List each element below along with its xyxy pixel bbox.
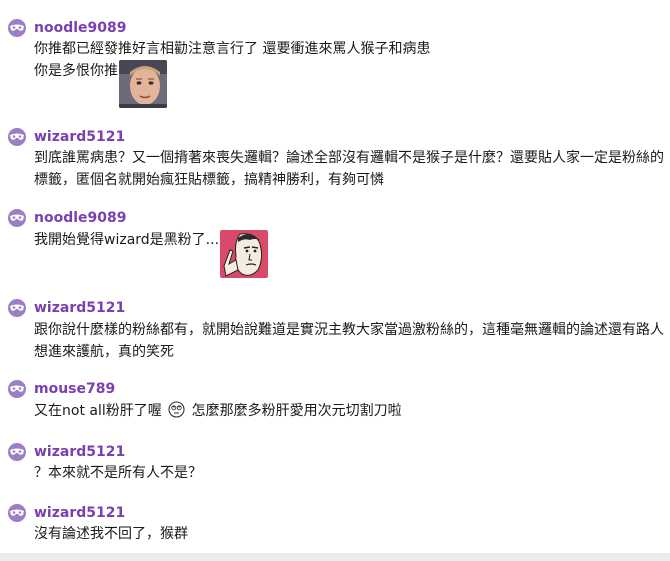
mask-avatar-icon[interactable] [8, 504, 26, 522]
comment-text-part: 又在not all粉肝了喔 [34, 403, 162, 419]
mask-avatar-icon[interactable] [8, 128, 26, 146]
username[interactable]: wizard5121 [34, 299, 125, 317]
comment-text: 沒有論述我不回了，猴群 [34, 526, 188, 542]
reaction-face-image[interactable] [119, 60, 167, 108]
comment-text: 又在not all粉肝了喔 怎麼那麼多粉肝愛用次元切割刀啦 [34, 401, 402, 421]
comment-text: 到底誰罵病患？又一個揹著來喪失邏輯？論述全部沒有邏輯不是猴子是什麼？還要貼人家一… [34, 150, 664, 166]
comment-text: 跟你說什麼樣的粉絲都有，就開始說難道是實況主教大家當過激粉絲的，這種毫無邏輯的論… [34, 322, 664, 338]
username[interactable]: mouse789 [34, 380, 115, 398]
comment-text: ？本來就不是所有人不是？ [34, 465, 202, 481]
comment-text: 標籤，匿個名就開始瘋狂貼標籤，搞精神勝利，有夠可憐 [34, 172, 384, 188]
username[interactable]: noodle9089 [34, 19, 126, 37]
username[interactable]: noodle9089 [34, 209, 126, 227]
comment-text: 你推都已經發推好言相勸注意言行了 還要衝進來罵人猴子和病患 [34, 41, 431, 57]
eye-roll-emoji-icon [168, 401, 185, 418]
mask-avatar-icon[interactable] [8, 380, 26, 398]
bottom-divider [0, 553, 670, 561]
comment-text-part: 怎麼那麼多粉肝愛用次元切割刀啦 [191, 403, 402, 419]
username[interactable]: wizard5121 [34, 504, 125, 522]
username[interactable]: wizard5121 [34, 128, 125, 146]
comment-text: 想進來護航，真的笑死 [34, 344, 174, 360]
mask-avatar-icon[interactable] [8, 443, 26, 461]
mask-avatar-icon[interactable] [8, 299, 26, 317]
comment-text: 我開始覺得wizard是黑粉了... [34, 232, 220, 248]
mask-avatar-icon[interactable] [8, 19, 26, 37]
username[interactable]: wizard5121 [34, 443, 125, 461]
pointing-face-image[interactable] [220, 230, 268, 278]
mask-avatar-icon[interactable] [8, 209, 26, 227]
comment-text: 你是多恨你推 [34, 63, 118, 79]
